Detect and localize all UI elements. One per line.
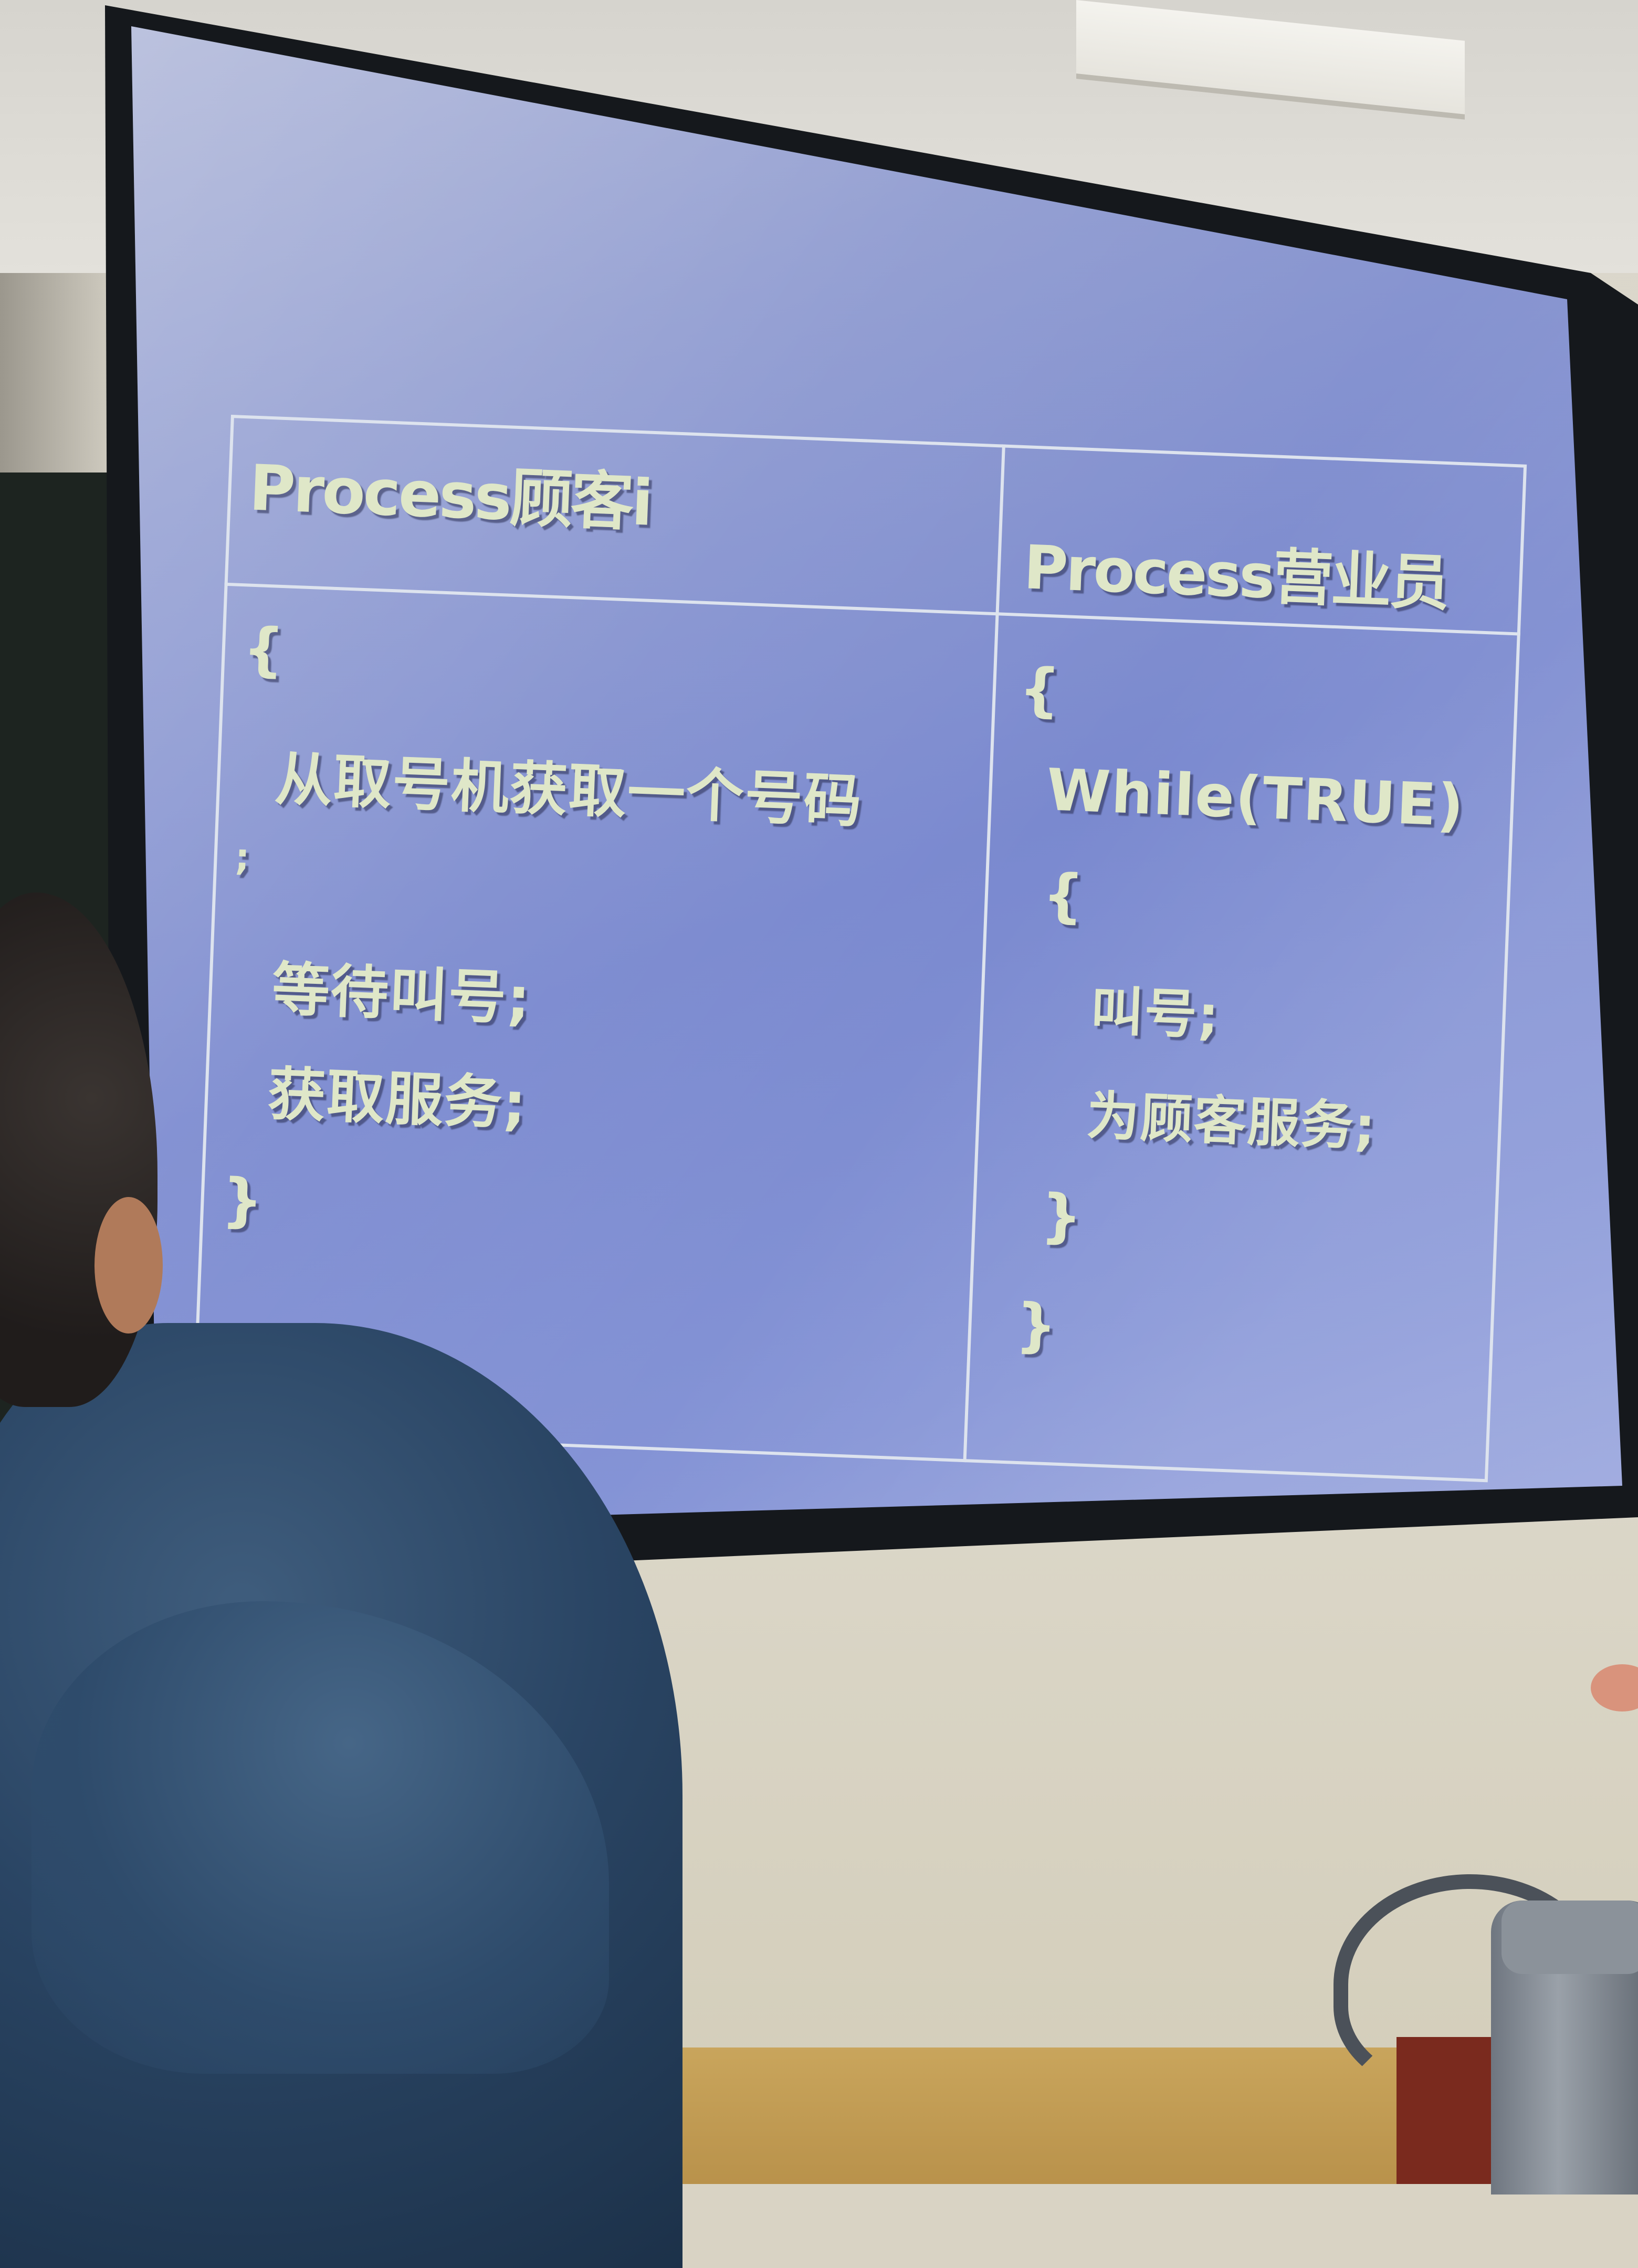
customer-code-line: 获取服务; (266, 1060, 529, 1138)
clerk-code-line: 为顾客服务; (1085, 1085, 1378, 1158)
clerk-code-line: } (1040, 1181, 1085, 1251)
bottle-cap (1502, 1900, 1638, 1974)
customer-code-line: } (220, 1166, 266, 1235)
clerk-code-line: } (1014, 1290, 1059, 1360)
customer-code-line: { (242, 615, 287, 684)
customer-code-line: 等待叫号; (270, 955, 533, 1033)
customer-code-line: ; (234, 835, 252, 879)
person-ear (94, 1197, 163, 1334)
clerk-code-line: 叫号; (1089, 980, 1221, 1047)
customer-process-header: Process顾客i (247, 452, 653, 540)
clerk-code-line: { (1041, 861, 1086, 930)
clerk-process-header: Process营业员 (1022, 532, 1449, 620)
clerk-code-line: { (1017, 655, 1063, 724)
